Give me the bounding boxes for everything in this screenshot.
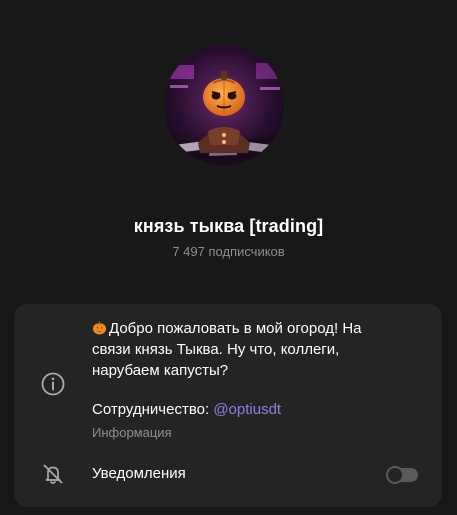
- channel-avatar[interactable]: [164, 45, 284, 165]
- channel-description: Добро пожаловать в мой огород! На связи …: [92, 318, 422, 381]
- description-text: Добро пожаловать в мой огород! На связи …: [92, 320, 362, 379]
- channel-profile-header: князь тыква [trading] 7 497 подписчиков: [0, 0, 457, 300]
- toggle-knob: [386, 466, 404, 484]
- notifications-row[interactable]: Уведомления: [14, 454, 442, 494]
- cooperation-label: Сотрудничество:: [92, 401, 214, 418]
- notifications-toggle[interactable]: [386, 466, 418, 484]
- channel-info-card: Добро пожаловать в мой огород! На связи …: [14, 304, 442, 507]
- cooperation-line: Сотрудничество: @optiusdt: [92, 401, 281, 418]
- bell-off-icon: [40, 461, 66, 487]
- subscriber-count: 7 497 подписчиков: [172, 244, 285, 259]
- pumpkin-emoji: [92, 320, 107, 335]
- info-section-label: Информация: [92, 425, 172, 440]
- notifications-label: Уведомления: [92, 465, 186, 482]
- cooperation-link[interactable]: @optiusdt: [213, 401, 281, 418]
- info-icon: [40, 371, 66, 397]
- channel-title: князь тыква [trading]: [133, 216, 324, 236]
